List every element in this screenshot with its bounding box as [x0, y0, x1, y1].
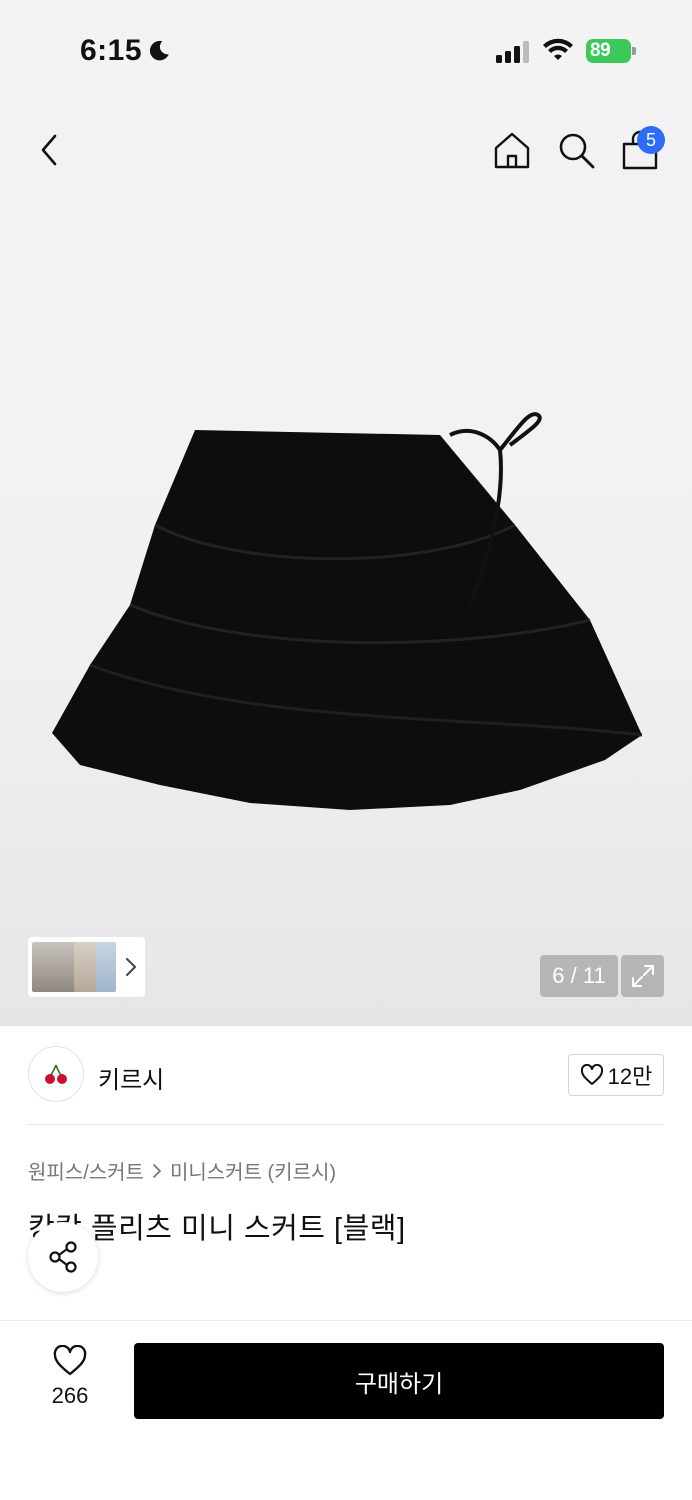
expand-button[interactable] [621, 955, 664, 997]
chevron-left-icon [41, 134, 57, 166]
product-photo [52, 412, 643, 810]
wishlist-count: 266 [51, 1383, 89, 1408]
heart-icon [580, 1064, 603, 1085]
battery-indicator: 89 [586, 39, 636, 63]
divider [28, 1124, 664, 1125]
expand-icon [631, 965, 654, 987]
share-icon [49, 1241, 77, 1273]
cellular-signal-icon [496, 41, 529, 63]
brand-row[interactable]: 키르시 12만 [28, 1046, 664, 1106]
breadcrumb-subcategory[interactable]: 미니스커트 (키르시) [170, 1156, 336, 1185]
brand-like-button[interactable]: 12만 [568, 1054, 664, 1096]
share-button[interactable] [28, 1222, 98, 1292]
buy-button[interactable]: 구매하기 [134, 1343, 664, 1419]
back-button[interactable] [28, 128, 72, 172]
thumbnail-image[interactable] [32, 942, 78, 992]
cart-count-badge: 5 [637, 126, 665, 154]
home-button[interactable] [490, 128, 534, 172]
battery-level: 89 [590, 40, 611, 61]
cherry-icon [45, 1064, 67, 1084]
wishlist-button[interactable]: 266 [30, 1345, 110, 1425]
thumbnail-strip[interactable] [28, 937, 145, 997]
product-image-gallery[interactable]: 6:15 89 5 6 / 11 [0, 0, 692, 1026]
brand-name[interactable]: 키르시 [98, 1060, 164, 1095]
image-counter: 6 / 11 [540, 955, 618, 997]
breadcrumb: 원피스/스커트 미니스커트 (키르시) [28, 1156, 336, 1185]
thumbnail-image[interactable] [74, 942, 98, 992]
thumbnail-image[interactable] [96, 942, 116, 992]
status-time: 6:15 [80, 34, 143, 67]
heart-icon [53, 1345, 87, 1376]
wifi-icon [543, 38, 573, 60]
moon-icon [149, 40, 169, 61]
status-bar: 6:15 89 [0, 0, 692, 100]
brand-logo[interactable] [28, 1046, 84, 1102]
home-icon [494, 132, 530, 169]
breadcrumb-category[interactable]: 원피스/스커트 [28, 1156, 144, 1185]
top-navigation [0, 120, 692, 180]
bottom-action-bar: 266 구매하기 [0, 1320, 692, 1500]
chevron-right-icon [153, 1163, 161, 1178]
chevron-right-icon [126, 958, 136, 976]
search-icon [559, 133, 595, 169]
brand-like-count: 12만 [607, 1064, 653, 1089]
search-button[interactable] [554, 128, 598, 172]
